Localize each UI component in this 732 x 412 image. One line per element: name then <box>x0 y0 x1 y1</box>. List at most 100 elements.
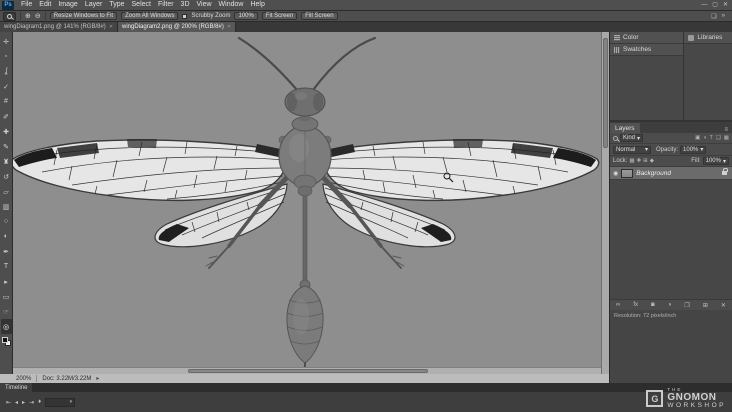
layers-panel-footer: ∞ fx ◙ ◑ ❐ ⊞ ✕ <box>610 299 732 310</box>
menu-filter[interactable]: Filter <box>155 0 177 10</box>
close-icon[interactable]: ✕ <box>723 0 728 10</box>
color-panel-tab[interactable]: Color <box>610 32 684 44</box>
play-icon[interactable]: ▸ <box>22 399 25 406</box>
opacity-dropdown[interactable]: 100% ▾ <box>680 145 707 154</box>
layer-mask-icon[interactable]: ◙ <box>651 302 655 308</box>
type-tool[interactable]: T <box>1 259 12 274</box>
menu-type[interactable]: Type <box>106 0 127 10</box>
gradient-tool[interactable]: ▥ <box>1 199 12 214</box>
kind-label: Kind <box>623 135 636 141</box>
layer-filter-kind-dropdown[interactable]: Kind ▾ <box>620 134 644 142</box>
opacity-label: Opacity: <box>656 146 679 153</box>
menu-layer[interactable]: Layer <box>82 0 106 10</box>
fit-screen-button[interactable]: Fit Screen <box>261 12 298 20</box>
maximize-icon[interactable]: ▢ <box>712 0 718 10</box>
zoom-in-icon[interactable]: ⊕ <box>25 12 31 20</box>
lock-position-icon[interactable]: ✚ <box>637 158 642 164</box>
horizontal-scrollbar-thumb[interactable] <box>188 369 428 373</box>
next-frame-icon[interactable]: ⇥ <box>29 399 34 406</box>
crop-tool[interactable]: # <box>1 94 12 109</box>
first-frame-icon[interactable]: ⇤ <box>6 399 11 406</box>
layer-visibility-icon[interactable]: ◉ <box>613 170 618 177</box>
tab-close-icon[interactable]: ✕ <box>109 24 113 30</box>
layer-group-icon[interactable]: ❐ <box>684 302 689 309</box>
hand-tool[interactable]: ☞ <box>1 304 12 319</box>
resize-windows-button[interactable]: Resize Windows to Fit <box>49 12 118 20</box>
lock-all-icon[interactable]: ◆ <box>650 158 654 164</box>
timeline-tab[interactable]: Timeline <box>0 383 33 392</box>
lock-transparent-icon[interactable]: ▦ <box>629 158 634 164</box>
menu-edit[interactable]: Edit <box>36 0 54 10</box>
menu-image[interactable]: Image <box>55 0 80 10</box>
filter-pixel-icon[interactable]: ▣ <box>695 135 700 141</box>
delete-layer-icon[interactable]: ✕ <box>721 302 726 309</box>
menu-window[interactable]: Window <box>216 0 247 10</box>
vertical-scrollbar-thumb[interactable] <box>603 38 608 148</box>
vertical-scrollbar[interactable] <box>601 32 609 374</box>
swatches-panel-tab[interactable]: Swatches <box>610 44 684 56</box>
tab-wingdiagram1[interactable]: wingDiagram1.png @ 141% (RGB/8#) ✕ <box>0 22 119 32</box>
filter-adjustment-icon[interactable]: ◑ <box>703 135 706 141</box>
keyframe-icon[interactable]: ♦ <box>38 399 41 405</box>
layer-style-icon[interactable]: fx <box>633 302 638 308</box>
filter-type-icon[interactable]: T <box>709 135 712 141</box>
foreground-color-swatch[interactable] <box>1 337 8 343</box>
zoom-out-icon[interactable]: ⊖ <box>35 12 41 20</box>
zoom-all-windows-button[interactable]: Zoom All Windows <box>121 12 179 20</box>
overflow-icon[interactable]: » <box>722 13 725 20</box>
lasso-tool[interactable]: ʆ <box>1 64 12 79</box>
history-brush-tool[interactable]: ↺ <box>1 169 12 184</box>
layers-tab[interactable]: Layers <box>610 123 640 133</box>
horizontal-scrollbar[interactable] <box>13 367 601 374</box>
layer-row-background[interactable]: ◉ Background <box>610 167 732 180</box>
menu-3d[interactable]: 3D <box>178 0 193 10</box>
clone-stamp-tool[interactable]: ♜ <box>1 154 12 169</box>
lock-artboard-icon[interactable]: ⊞ <box>643 158 648 164</box>
tab-close-icon[interactable]: ✕ <box>227 24 231 30</box>
timeline-options-dropdown[interactable]: ▾ <box>45 397 76 407</box>
blur-tool[interactable]: ○ <box>1 214 12 229</box>
menu-view[interactable]: View <box>194 0 215 10</box>
marquee-tool[interactable]: ▫ <box>1 49 12 64</box>
color-swatches[interactable] <box>1 337 11 346</box>
adjustment-layer-icon[interactable]: ◑ <box>668 302 672 308</box>
layer-name[interactable]: Background <box>636 170 719 177</box>
filter-smart-object-icon[interactable]: ▦ <box>724 135 729 141</box>
eraser-tool[interactable]: ▱ <box>1 184 12 199</box>
layer-thumbnail[interactable] <box>621 168 634 178</box>
separator <box>36 375 38 382</box>
previous-frame-icon[interactable]: ◂ <box>15 399 18 406</box>
path-selection-tool[interactable]: ▸ <box>1 274 12 289</box>
eyedropper-tool[interactable]: ✐ <box>1 109 12 124</box>
zoom-100-button[interactable]: 100% <box>234 12 258 20</box>
libraries-panel-tab[interactable]: Libraries <box>684 32 732 44</box>
shape-tool[interactable]: ▭ <box>1 289 12 304</box>
new-layer-icon[interactable]: ⊞ <box>703 302 708 309</box>
workspace-icon[interactable]: ❏ <box>711 13 716 20</box>
dodge-tool[interactable]: ◐ <box>1 229 12 244</box>
photoshop-logo[interactable]: Ps <box>2 0 14 10</box>
wings-right <box>322 139 600 248</box>
zoom-tool-preset[interactable] <box>3 11 16 21</box>
brush-tool[interactable]: ✎ <box>1 139 12 154</box>
link-layers-icon[interactable]: ∞ <box>616 302 620 308</box>
quick-selection-tool[interactable]: ✓ <box>1 79 12 94</box>
fill-screen-button[interactable]: Fill Screen <box>301 12 338 20</box>
tab-wingdiagram2[interactable]: wingDiagram2.png @ 200% (RGB/8#) ✕ <box>118 22 237 32</box>
move-tool[interactable]: ✛ <box>1 34 12 49</box>
filter-shape-icon[interactable]: ❏ <box>716 135 721 141</box>
document-canvas[interactable] <box>13 32 601 367</box>
scrubby-zoom-checkbox[interactable] <box>182 13 188 19</box>
status-options-arrow-icon[interactable]: ▸ <box>96 375 99 382</box>
healing-brush-tool[interactable]: ✚ <box>1 124 12 139</box>
blend-mode-dropdown[interactable]: Normal ▾ <box>613 145 651 154</box>
menu-help[interactable]: Help <box>247 0 267 10</box>
zoom-level-field[interactable]: 200% <box>16 376 31 382</box>
menu-file[interactable]: File <box>18 0 35 10</box>
pen-tool[interactable]: ✒ <box>1 244 12 259</box>
minimize-icon[interactable]: — <box>701 0 707 10</box>
menu-select[interactable]: Select <box>129 0 154 10</box>
layers-panel: Layers ≡ Kind ▾ ▣ ◑ T ❏ ▦ Normal ▾ Opaci… <box>610 122 732 310</box>
fill-dropdown[interactable]: 100% ▾ <box>702 157 729 165</box>
zoom-tool[interactable]: ◎ <box>0 319 12 334</box>
